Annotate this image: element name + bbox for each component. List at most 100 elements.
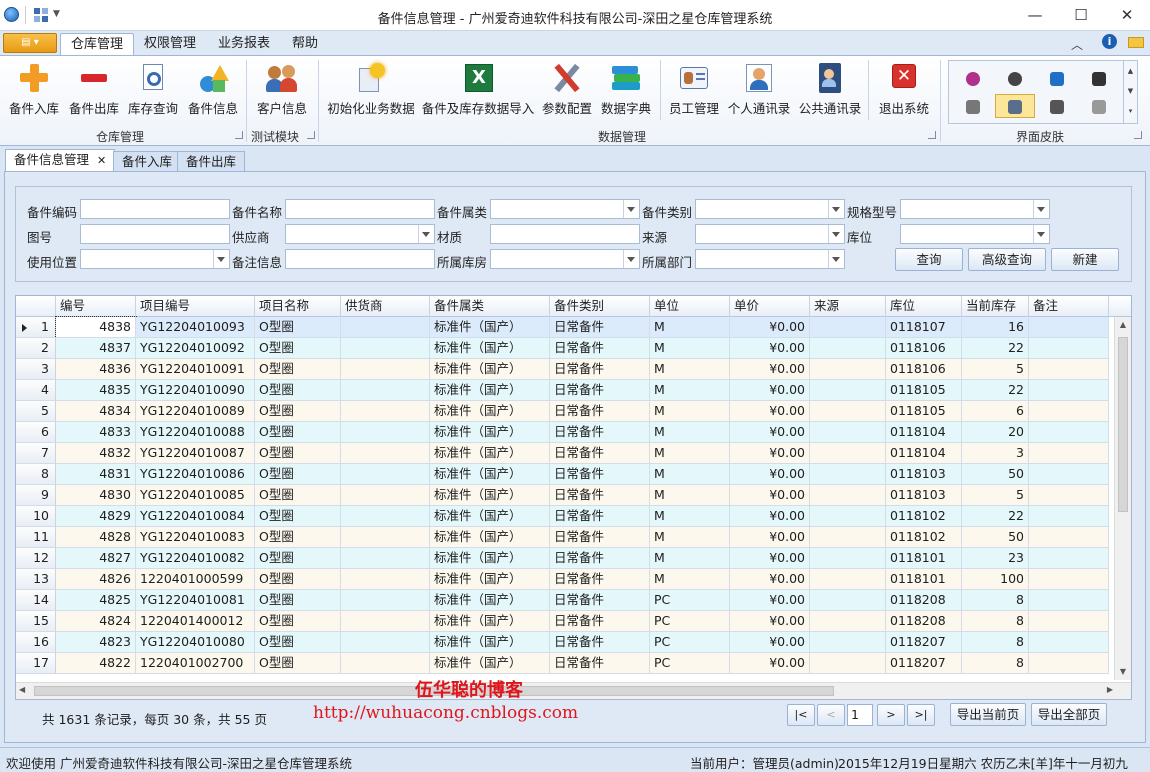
table-cell[interactable]: 0118103 — [886, 485, 962, 506]
row-indicator[interactable]: 8 — [16, 464, 56, 485]
stock-in-button[interactable]: 备件入库 — [6, 58, 62, 118]
table-cell[interactable] — [341, 590, 430, 611]
table-cell[interactable] — [341, 611, 430, 632]
table-cell[interactable]: 50 — [962, 464, 1029, 485]
table-cell[interactable]: YG12204010093 — [136, 317, 255, 338]
table-cell[interactable]: ¥0.00 — [730, 506, 810, 527]
table-cell[interactable]: 标准件（国产） — [430, 338, 550, 359]
table-cell[interactable] — [1029, 548, 1109, 569]
table-cell[interactable]: 8 — [962, 632, 1029, 653]
tab-reports[interactable]: 业务报表 — [208, 33, 280, 55]
column-header[interactable]: 备注 — [1029, 296, 1109, 317]
department-select[interactable] — [695, 249, 845, 269]
table-cell[interactable] — [1029, 464, 1109, 485]
table-cell[interactable]: 日常备件 — [550, 653, 650, 674]
table-cell[interactable]: 4838 — [55, 316, 137, 339]
table-cell[interactable] — [341, 632, 430, 653]
import-data-button[interactable]: X 备件及库存数据导入 — [421, 58, 535, 118]
tab-permissions[interactable]: 权限管理 — [134, 33, 206, 55]
table-cell[interactable]: 日常备件 — [550, 443, 650, 464]
spec-select[interactable] — [900, 199, 1050, 219]
doctab-part-info-management[interactable]: 备件信息管理 ✕ — [5, 149, 116, 172]
table-cell[interactable]: 22 — [962, 338, 1029, 359]
table-cell[interactable]: M — [650, 401, 730, 422]
close-tab-icon[interactable]: ✕ — [97, 154, 106, 167]
table-cell[interactable]: 标准件（国产） — [430, 569, 550, 590]
table-cell[interactable] — [810, 359, 886, 380]
skin-metro-dark-icon[interactable] — [1037, 95, 1077, 119]
mail-icon[interactable] — [1128, 37, 1144, 48]
column-header[interactable]: 库位 — [886, 296, 962, 317]
table-cell[interactable] — [1029, 485, 1109, 506]
supplier-select[interactable] — [285, 224, 435, 244]
advanced-query-button[interactable]: 高级查询 — [968, 248, 1046, 271]
table-cell[interactable]: 4829 — [56, 506, 136, 527]
table-cell[interactable]: M — [650, 380, 730, 401]
table-cell[interactable]: 50 — [962, 527, 1029, 548]
table-cell[interactable]: ¥0.00 — [730, 653, 810, 674]
table-cell[interactable]: 0118105 — [886, 380, 962, 401]
table-cell[interactable] — [1029, 401, 1109, 422]
part-category-select[interactable] — [695, 199, 845, 219]
row-indicator[interactable]: 7 — [16, 443, 56, 464]
row-indicator[interactable]: 17 — [16, 653, 56, 674]
column-header[interactable]: 单位 — [650, 296, 730, 317]
stock-out-button[interactable]: 备件出库 — [66, 58, 122, 118]
drawing-no-input[interactable] — [80, 224, 230, 244]
table-cell[interactable]: YG12204010082 — [136, 548, 255, 569]
table-cell[interactable]: ¥0.00 — [730, 548, 810, 569]
table-cell[interactable] — [341, 359, 430, 380]
table-cell[interactable]: 20 — [962, 422, 1029, 443]
table-cell[interactable] — [341, 569, 430, 590]
table-cell[interactable]: ¥0.00 — [730, 485, 810, 506]
table-cell[interactable]: ¥0.00 — [730, 464, 810, 485]
table-cell[interactable]: YG12204010088 — [136, 422, 255, 443]
table-cell[interactable] — [341, 317, 430, 338]
scroll-right-icon[interactable]: ▶ — [1107, 685, 1113, 694]
table-cell[interactable]: 4835 — [56, 380, 136, 401]
table-cell[interactable]: M — [650, 506, 730, 527]
table-row[interactable]: 4 4835 YG12204010090 O型圈 标准件（国产） 日常备件 M ¥0.00 01… — [16, 380, 1116, 401]
table-cell[interactable]: PC — [650, 590, 730, 611]
table-cell[interactable]: 0118208 — [886, 611, 962, 632]
table-cell[interactable]: 0118101 — [886, 548, 962, 569]
table-cell[interactable] — [1029, 443, 1109, 464]
new-button[interactable]: 新建 — [1051, 248, 1119, 271]
table-cell[interactable]: 8 — [962, 590, 1029, 611]
table-cell[interactable] — [341, 548, 430, 569]
table-row[interactable]: 8 4831 YG12204010086 O型圈 标准件（国产） 日常备件 M ¥0.00 01… — [16, 464, 1116, 485]
column-header[interactable]: 项目编号 — [136, 296, 255, 317]
table-cell[interactable]: 日常备件 — [550, 527, 650, 548]
skin-office2010-icon[interactable] — [995, 67, 1035, 91]
table-cell[interactable]: M — [650, 548, 730, 569]
table-cell[interactable] — [810, 380, 886, 401]
scroll-down-icon[interactable]: ▼ — [1115, 664, 1131, 680]
table-cell[interactable]: 8 — [962, 611, 1029, 632]
table-cell[interactable]: 4826 — [56, 569, 136, 590]
table-cell[interactable]: 0118101 — [886, 569, 962, 590]
init-business-data-button[interactable]: 初始化业务数据 — [327, 58, 415, 118]
table-cell[interactable]: O型圈 — [255, 548, 341, 569]
skin-gallery-scroll[interactable]: ▲ ▼ ▾ — [1123, 61, 1137, 123]
table-cell[interactable]: 日常备件 — [550, 590, 650, 611]
row-indicator[interactable]: 5 — [16, 401, 56, 422]
table-cell[interactable]: 标准件（国产） — [430, 653, 550, 674]
table-cell[interactable]: 日常备件 — [550, 422, 650, 443]
table-row[interactable]: 13 4826 1220401000599 O型圈 标准件（国产） 日常备件 M ¥0.00 0… — [16, 569, 1116, 590]
group-launcher-icon[interactable] — [928, 131, 936, 139]
horizontal-scrollbar[interactable]: ◀ ▶ — [16, 682, 1131, 699]
table-cell[interactable]: YG12204010085 — [136, 485, 255, 506]
table-cell[interactable]: 1220401400012 — [136, 611, 255, 632]
table-cell[interactable]: O型圈 — [255, 653, 341, 674]
table-cell[interactable]: O型圈 — [255, 464, 341, 485]
column-header[interactable]: 编号 — [56, 296, 136, 317]
table-cell[interactable]: 4828 — [56, 527, 136, 548]
remark-input[interactable] — [285, 249, 435, 269]
table-cell[interactable]: YG12204010083 — [136, 527, 255, 548]
table-cell[interactable] — [1029, 338, 1109, 359]
table-cell[interactable] — [1029, 359, 1109, 380]
table-row[interactable]: 2 4837 YG12204010092 O型圈 标准件（国产） 日常备件 M ¥0.00 01… — [16, 338, 1116, 359]
table-cell[interactable]: 4836 — [56, 359, 136, 380]
table-cell[interactable]: 5 — [962, 485, 1029, 506]
table-cell[interactable]: O型圈 — [255, 317, 341, 338]
